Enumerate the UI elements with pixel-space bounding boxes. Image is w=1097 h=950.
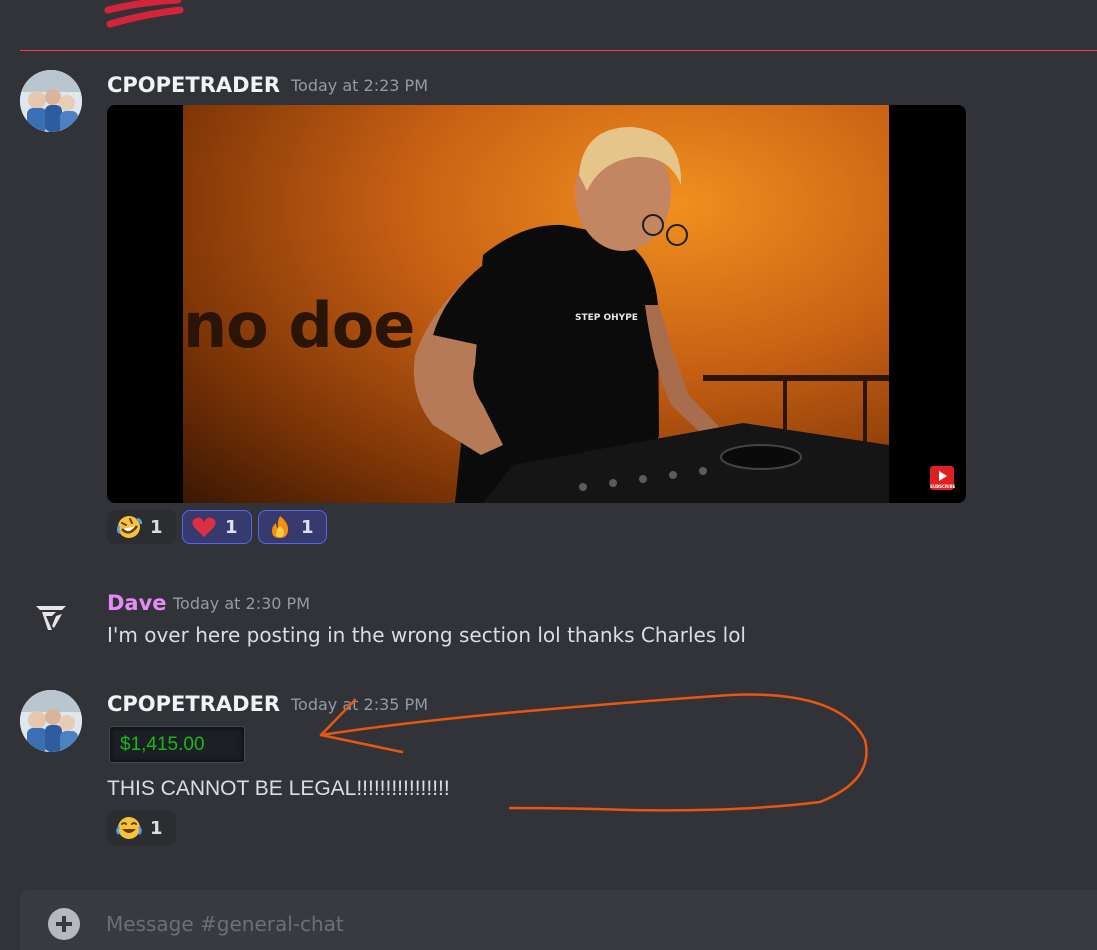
family-photo-icon [20,70,82,132]
red-scribble-mark [104,0,184,28]
rofl-emoji-icon [116,516,142,538]
message-timestamp: Today at 2:30 PM [173,594,310,613]
message-author[interactable]: Dave [107,590,167,616]
message-composer [20,890,1097,950]
reaction-count: 1 [225,516,238,538]
message-input[interactable] [106,906,1006,942]
reaction-heart[interactable]: 1 [182,510,252,544]
reaction-joy[interactable]: 1 [107,811,176,845]
message-author[interactable]: CPOPETRADER [107,72,280,98]
reaction-count: 1 [150,516,163,538]
video-embed[interactable]: no doe STEP OHYPE SUBSCRIBE [107,105,966,503]
avatar[interactable] [20,70,82,132]
message-text: THIS CANNOT BE LEGAL!!!!!!!!!!!!!!!! [107,777,450,800]
heart-emoji-icon [192,517,216,537]
message-text: I'm over here posting in the wrong secti… [107,623,746,647]
joy-emoji-icon [116,817,142,839]
add-attachment-button[interactable] [48,908,80,940]
dave-logo-avatar[interactable] [34,600,68,634]
reaction-count: 1 [301,516,314,538]
message-author[interactable]: CPOPETRADER [107,691,280,717]
reaction-count: 1 [150,817,163,839]
shirt-brand-text: STEP OHYPE [575,313,638,323]
family-photo-icon [20,690,82,752]
avatar[interactable] [20,690,82,752]
youtube-subscribe-icon[interactable]: SUBSCRIBE [930,466,956,490]
subscribe-label: SUBSCRIBE [930,484,956,489]
price-value: $1,415.00 [120,734,205,755]
message-timestamp: Today at 2:35 PM [291,695,428,714]
dj-scene-illustration [413,127,889,503]
reaction-rofl[interactable]: 1 [107,510,176,544]
price-display-image[interactable]: $1,415.00 [109,726,245,763]
new-messages-divider [20,50,1097,51]
message-timestamp: Today at 2:23 PM [291,76,428,95]
video-frame: no doe STEP OHYPE [183,105,889,503]
fire-emoji-icon [272,516,289,538]
reaction-fire[interactable]: 1 [258,510,327,544]
